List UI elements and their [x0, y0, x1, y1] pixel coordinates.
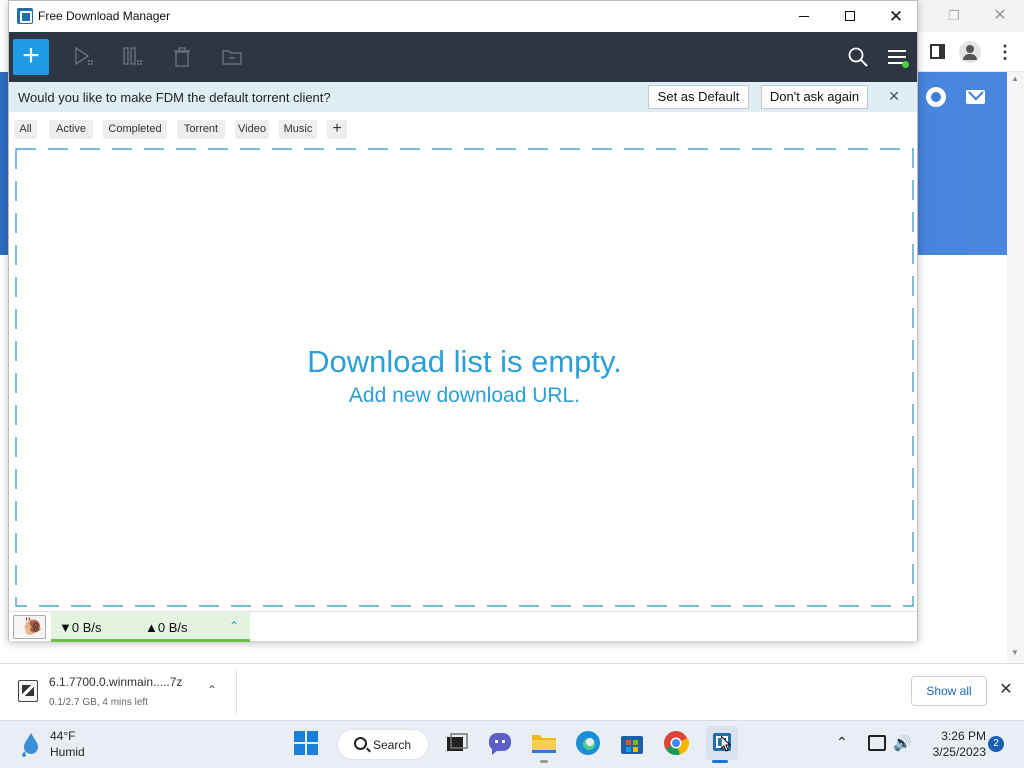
weather-temperature[interactable]: 44°F [50, 729, 75, 743]
download-status: 0.1/2.7 GB, 4 mins left [49, 697, 148, 708]
weather-humid-icon[interactable] [18, 731, 44, 757]
microsoft-store-icon[interactable] [618, 729, 646, 757]
download-filename[interactable]: 6.1.7700.0.winmain.....7z [49, 675, 182, 689]
fdm-titlebar: Free Download Manager ✕ [9, 1, 917, 32]
close-shelf-button[interactable]: ✕ [997, 681, 1015, 699]
tab-torrent[interactable]: Torrent [177, 120, 225, 139]
fdm-window: Free Download Manager ✕ + Would you like… [8, 0, 918, 642]
sidebar-toggle-icon[interactable] [930, 44, 945, 59]
windows-start-icon[interactable] [292, 729, 320, 757]
main-toolbar: + [9, 32, 917, 82]
fdm-active-indicator [712, 760, 728, 763]
fdm-app-icon [17, 8, 33, 24]
minimize-icon [799, 16, 809, 17]
edge-browser-icon[interactable] [574, 729, 602, 757]
set-as-default-button[interactable]: Set as Default [648, 85, 749, 109]
shelf-divider [236, 670, 237, 714]
weather-condition[interactable]: Humid [50, 745, 85, 759]
download-shelf [0, 663, 1024, 720]
trash-icon[interactable] [171, 46, 193, 68]
browser-menu-icon[interactable]: ⋮ [996, 42, 1014, 62]
snail-icon: 🐌 [22, 617, 44, 636]
file-explorer-icon[interactable] [530, 729, 558, 757]
download-options-chevron-icon[interactable]: ⌃ [204, 683, 220, 699]
speed-limit-snail-button[interactable]: 🐌 [13, 615, 46, 639]
show-all-button[interactable]: Show all [911, 676, 987, 706]
github-icon[interactable] [926, 87, 946, 107]
infobar-message: Would you like to make FDM the default t… [18, 90, 331, 105]
empty-state-title: Download list is empty. [307, 344, 622, 379]
speed-panel[interactable]: ▼0 B/s ▲0 B/s ⌃ [51, 612, 250, 642]
tab-all[interactable]: All [14, 120, 37, 139]
search-label: Search [373, 738, 412, 752]
close-infobar-button[interactable]: ✕ [885, 87, 903, 105]
maximize-button[interactable] [827, 1, 873, 32]
add-download-button[interactable]: + [13, 39, 49, 75]
play-icon[interactable] [73, 46, 95, 68]
tab-completed[interactable]: Completed [103, 120, 167, 139]
folder-icon[interactable] [221, 46, 243, 68]
mail-icon[interactable] [966, 90, 985, 104]
scroll-up-arrow-icon[interactable]: ▲ [1011, 74, 1019, 83]
search-icon[interactable] [847, 46, 869, 68]
status-bar: 🐌 ▼0 B/s ▲0 B/s ⌃ [9, 611, 917, 642]
profile-icon[interactable] [959, 41, 981, 63]
browser-scrollbar[interactable] [1007, 72, 1024, 662]
task-view-icon[interactable] [443, 729, 471, 757]
add-tab-button[interactable]: + [327, 120, 347, 139]
clock-time[interactable]: 3:26 PM [930, 729, 986, 743]
explorer-running-indicator [540, 760, 548, 763]
tab-active[interactable]: Active [49, 120, 93, 139]
upload-speed: ▲0 B/s [145, 620, 188, 635]
teams-chat-icon[interactable] [486, 729, 514, 757]
notification-dot [902, 61, 909, 68]
search-icon [354, 737, 367, 750]
archive-file-icon [18, 680, 38, 702]
clock-date[interactable]: 3/25/2023 [920, 745, 986, 759]
tab-video[interactable]: Video [235, 120, 269, 139]
dont-ask-again-button[interactable]: Don't ask again [761, 85, 868, 109]
expand-chevron-icon[interactable]: ⌃ [229, 619, 239, 633]
default-client-infobar: Would you like to make FDM the default t… [9, 82, 917, 112]
download-list-drop-zone[interactable]: Download list is empty. Add new download… [14, 147, 914, 607]
mouse-cursor-icon [720, 734, 732, 752]
browser-restore-button[interactable]: ❐ [944, 6, 964, 26]
notification-badge[interactable]: 2 [988, 736, 1004, 752]
chrome-icon[interactable] [662, 729, 690, 757]
maximize-icon [845, 11, 855, 21]
download-speed: ▼0 B/s [59, 620, 102, 635]
tray-overflow-chevron-icon[interactable]: ⌃ [836, 734, 848, 751]
tab-music[interactable]: Music [279, 120, 317, 139]
filter-tabs: All Active Completed Torrent Video Music… [9, 112, 917, 144]
pause-icon[interactable] [122, 46, 144, 68]
close-button[interactable]: ✕ [873, 1, 919, 32]
taskbar-search-button[interactable]: Search [337, 729, 429, 760]
network-icon[interactable] [868, 735, 886, 751]
empty-state-subtitle[interactable]: Add new download URL. [15, 384, 914, 408]
window-title: Free Download Manager [38, 9, 171, 23]
scroll-down-arrow-icon[interactable]: ▼ [1011, 648, 1019, 657]
browser-close-button[interactable]: ✕ [990, 6, 1010, 26]
volume-icon[interactable]: 🔊 [893, 734, 912, 752]
minimize-button[interactable] [781, 1, 827, 32]
